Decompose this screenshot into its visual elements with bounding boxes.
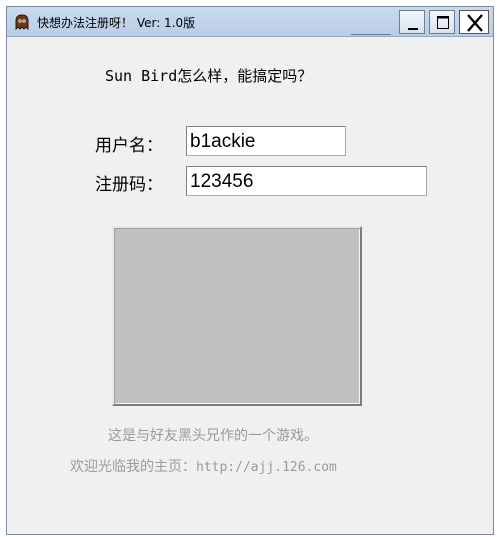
image-placeholder [112, 226, 362, 406]
minimize-button[interactable] [399, 10, 425, 34]
app-window: 快想办法注册呀！ Ver: 1.0版 Sun Bird怎么样，能搞定吗？ 用户名… [6, 6, 494, 535]
title-bar[interactable]: 快想办法注册呀！ Ver: 1.0版 [7, 7, 493, 37]
close-button[interactable] [459, 10, 489, 34]
maximize-button[interactable] [429, 10, 455, 34]
window-title: 快想办法注册呀！ Ver: 1.0版 [37, 16, 196, 30]
maximize-icon [437, 16, 449, 29]
footer-note: 这是与好友黑头兄作的一个游戏。 [108, 428, 318, 444]
question-text: Sun Bird怎么样，能搞定吗？ [105, 67, 313, 85]
username-input[interactable] [186, 126, 346, 156]
username-label: 用户名： [95, 136, 163, 156]
title-bar-divider [351, 34, 391, 35]
regcode-label: 注册码： [95, 175, 163, 195]
homepage-link[interactable]: http://ajj.126.com [196, 460, 337, 475]
footer-homepage: 欢迎光临我的主页：http://ajj.126.com [70, 456, 337, 476]
ghost-icon[interactable] [13, 13, 31, 31]
footer-homepage-prefix: 欢迎光临我的主页： [70, 459, 196, 475]
minimize-icon [408, 28, 418, 30]
regcode-input[interactable] [186, 166, 427, 196]
close-icon [467, 14, 483, 32]
